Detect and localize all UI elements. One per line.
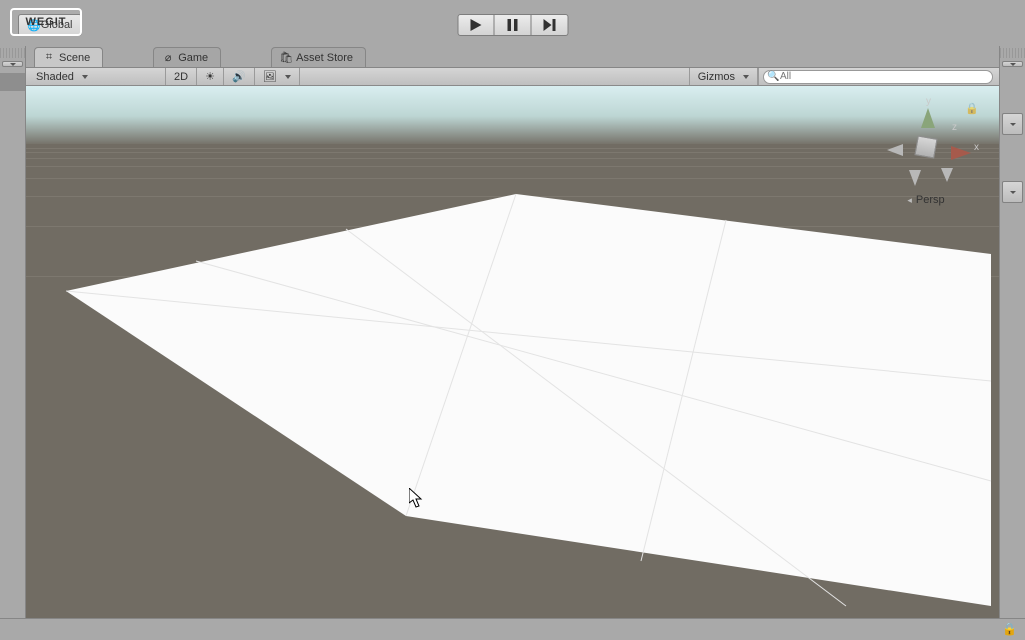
search-icon: 🔍 [767, 71, 779, 82]
tab-game-label: Game [178, 52, 208, 64]
pause-button[interactable] [494, 14, 531, 36]
fx-dropdown[interactable]: 🖼 [255, 68, 300, 85]
speaker-icon: 🔊 [232, 70, 246, 83]
lock-icon[interactable]: 🔒 [1002, 622, 1017, 636]
axis-y-label: y [926, 96, 931, 107]
editor-middle: ⌗ Scene ⌀ Game 🛍 Asset Store Shaded [0, 46, 1025, 618]
gizmos-dropdown[interactable]: Gizmos [689, 68, 758, 85]
axis-x-label: x [974, 142, 979, 153]
toggle-2d-button[interactable]: 2D [166, 68, 197, 85]
scene-search-input[interactable] [763, 70, 993, 84]
axis-z-label: z [952, 122, 957, 133]
right-dock-dropdown[interactable] [1002, 181, 1023, 203]
lighting-toggle[interactable]: ☀ [197, 68, 224, 85]
gizmo-neg-axis[interactable] [909, 170, 921, 186]
scene-toolbar: Shaded 2D ☀ 🔊 🖼 [26, 68, 999, 86]
pause-icon [507, 19, 517, 31]
gizmo-neg-axis[interactable] [941, 168, 953, 182]
game-icon: ⌀ [162, 51, 174, 64]
asset-store-icon: 🛍 [280, 51, 292, 64]
toggle-2d-label: 2D [174, 71, 188, 83]
gizmo-y-axis[interactable] [921, 108, 935, 128]
left-dock-column[interactable] [0, 46, 26, 618]
scene-viewport[interactable]: 🔒 x y z Persp [26, 86, 999, 618]
tab-scene-label: Scene [59, 52, 90, 64]
right-dock-dropdown[interactable] [1002, 61, 1023, 67]
step-icon [543, 19, 555, 31]
projection-label: Persp [916, 194, 945, 206]
cursor-icon [409, 488, 423, 508]
overlay-badge-label: WEGIT [25, 16, 66, 28]
sun-icon: ☀ [205, 70, 215, 83]
plane-geometry [26, 86, 999, 618]
right-dock-column[interactable] [999, 46, 1025, 618]
play-icon [470, 19, 481, 31]
shading-mode-label: Shaded [36, 71, 74, 83]
step-button[interactable] [531, 14, 568, 36]
projection-toggle[interactable]: Persp [871, 194, 981, 206]
scene-toolbar-left: Shaded 2D ☀ 🔊 🖼 [26, 68, 300, 85]
tab-asset-store-label: Asset Store [296, 52, 353, 64]
play-controls-group [457, 14, 568, 36]
orientation-gizmo[interactable]: 🔒 x y z Persp [871, 102, 981, 206]
picture-icon: 🖼 [263, 70, 277, 83]
play-button[interactable] [457, 14, 494, 36]
audio-toggle[interactable]: 🔊 [224, 68, 255, 85]
tab-game[interactable]: ⌀ Game [153, 47, 221, 67]
editor-center: ⌗ Scene ⌀ Game 🛍 Asset Store Shaded [26, 46, 999, 618]
tab-scene[interactable]: ⌗ Scene [34, 47, 103, 67]
dock-grip-icon [1000, 48, 1025, 58]
scene-icon: ⌗ [43, 51, 55, 64]
tab-asset-store[interactable]: 🛍 Asset Store [271, 47, 366, 67]
right-dock-dropdown[interactable] [1002, 113, 1023, 135]
gizmo-neg-axis[interactable] [887, 144, 903, 156]
left-dock-placeholder [0, 73, 25, 91]
editor-topbar: 🌐 Global WEGIT [0, 0, 1025, 46]
gizmos-label: Gizmos [698, 71, 735, 83]
overlay-badge: WEGIT [10, 8, 82, 36]
shading-mode-dropdown[interactable]: Shaded [26, 68, 166, 85]
dock-grip-icon [0, 48, 25, 58]
status-bar: 🔒 [0, 618, 1025, 640]
view-tabs: ⌗ Scene ⌀ Game 🛍 Asset Store [26, 46, 999, 68]
unity-editor-window: 🌐 Global WEGIT [0, 0, 1025, 640]
gizmo-cube[interactable] [914, 135, 937, 158]
scene-search: 🔍 [758, 68, 999, 85]
gizmo-x-axis[interactable] [951, 146, 971, 160]
left-dock-dropdown[interactable] [2, 61, 23, 67]
scene-toolbar-right: Gizmos 🔍 [689, 68, 999, 85]
